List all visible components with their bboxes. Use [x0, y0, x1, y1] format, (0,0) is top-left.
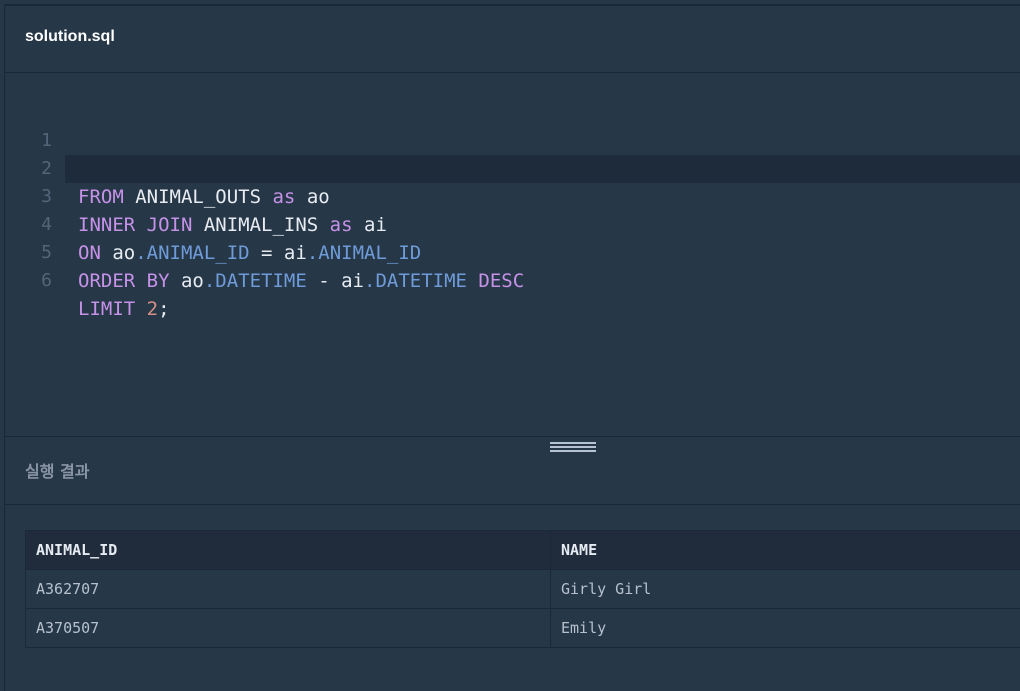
- column-header-name: NAME: [550, 530, 1020, 570]
- table-cell: Emily: [550, 608, 1020, 648]
- code-token: .DATETIME: [203, 270, 307, 292]
- result-title: 실행 결과: [25, 462, 90, 481]
- table-cell: Girly Girl: [550, 569, 1020, 609]
- code-line-3-active[interactable]: 3 INNER JOIN ANIMAL_INS as ai: [41, 155, 1020, 236]
- code-token: .DATETIME: [364, 270, 467, 292]
- code-text[interactable]: LIMIT 2;: [78, 295, 170, 323]
- table-cell: A362707: [25, 569, 551, 609]
- file-title: solution.sql: [25, 28, 115, 45]
- result-header: 실행 결과: [5, 437, 1020, 505]
- code-line-4[interactable]: 4 ON ao.ANIMAL_ID = ai.ANIMAL_ID: [5, 183, 1020, 264]
- line-number: 6: [41, 270, 52, 291]
- code-token: ;: [158, 298, 170, 320]
- column-header-animal-id: ANIMAL_ID: [25, 530, 551, 570]
- code-text[interactable]: ORDER BY ao.DATETIME - ai.DATETIME DESC: [78, 267, 524, 295]
- code-token: 2: [146, 298, 159, 320]
- code-token: ao: [169, 270, 204, 292]
- table-cell: A370507: [25, 608, 551, 648]
- file-header: solution.sql: [5, 6, 1020, 73]
- code-token: LIMIT: [78, 298, 136, 320]
- code-editor[interactable]: 1 SELECT ao.ANIMAL_ID, ao.NAME 2 FROM AN…: [5, 73, 1020, 436]
- code-line-5[interactable]: 5 ORDER BY ao.DATETIME - ai.DATETIME DES…: [5, 211, 1020, 292]
- code-token: - ai: [306, 270, 364, 292]
- results-table: ANIMAL_ID NAME A362707 Girly Girl A37050…: [25, 530, 1020, 648]
- table-row: A362707 Girly Girl: [25, 569, 1020, 609]
- code-line-2[interactable]: 2 FROM ANIMAL_OUTS as ao: [5, 127, 1020, 208]
- table-header-row: ANIMAL_ID NAME: [25, 530, 1020, 570]
- code-token: DESC: [478, 270, 525, 292]
- code-line-6[interactable]: 6 LIMIT 2;: [5, 239, 1020, 320]
- code-token: ORDER BY: [78, 270, 170, 292]
- line-number: 2: [41, 158, 52, 179]
- code-line-1[interactable]: 1 SELECT ao.ANIMAL_ID, ao.NAME: [5, 99, 1020, 180]
- table-row: A370507 Emily: [25, 608, 1020, 648]
